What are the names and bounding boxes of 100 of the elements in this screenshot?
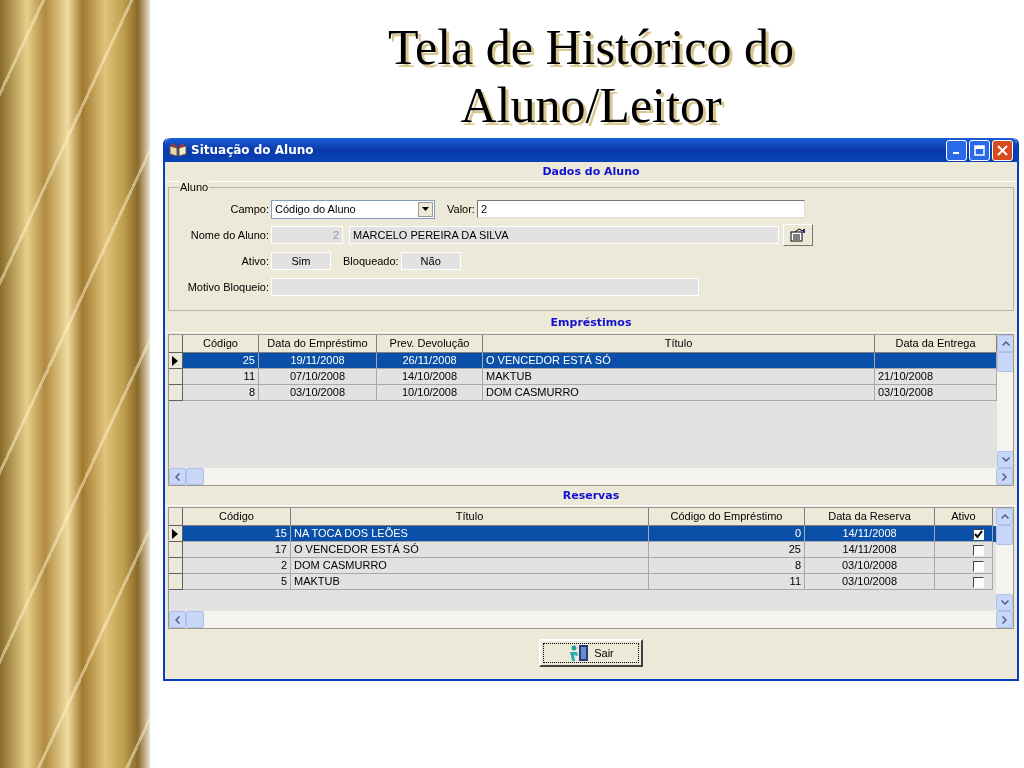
horizontal-scrollbar[interactable]: [169, 468, 1013, 485]
column-header[interactable]: Data da Reserva: [805, 508, 935, 526]
vertical-scrollbar[interactable]: [996, 508, 1013, 611]
chevron-left-icon: [175, 615, 180, 624]
field: 2: [271, 226, 343, 244]
table-row[interactable]: 25 19/11/2008 26/11/2008 O VENCEDOR ESTÁ SÓ: [169, 353, 997, 369]
group-label: Aluno: [179, 181, 210, 194]
table-cell: 2: [183, 558, 291, 574]
dropdown[interactable]: Código do Aluno: [271, 199, 435, 219]
maximize-button[interactable]: [969, 139, 990, 161]
table-cell: 03/10/2008: [805, 574, 935, 590]
column-header[interactable]: Título: [291, 508, 649, 526]
caret-icon: [422, 207, 429, 211]
table-cell: 8: [649, 558, 805, 574]
table-cell: 17: [183, 542, 291, 558]
table-cell: 14/10/2008: [377, 369, 483, 385]
scroll-thumb[interactable]: [996, 525, 1013, 545]
scroll-thumb[interactable]: [186, 468, 204, 485]
table-cell: O VENCEDOR ESTÁ SÓ: [483, 353, 875, 369]
section-header: Dados do Aluno: [166, 162, 1016, 182]
scroll-up-button[interactable]: [997, 335, 1013, 352]
row-pointer-icon: [172, 355, 178, 366]
chevron-left-icon: [175, 472, 180, 481]
column-header[interactable]: Código: [183, 508, 291, 526]
window-title: Situação do Aluno: [191, 143, 315, 157]
exit-door-icon: [568, 644, 591, 662]
table-cell: O VENCEDOR ESTÁ SÓ: [291, 542, 649, 558]
scroll-thumb[interactable]: [186, 611, 204, 628]
table-cell: 19/11/2008: [259, 353, 377, 369]
table-cell: DOM CASMURRO: [483, 385, 875, 401]
field-label: Nome do Aluno:: [189, 229, 270, 241]
field-label: Motivo Bloqueio:: [186, 281, 270, 293]
chevron-down-icon: [1000, 600, 1009, 605]
checkbox[interactable]: [973, 576, 984, 588]
field-label: Ativo:: [240, 255, 270, 267]
table-cell: 07/10/2008: [259, 369, 377, 385]
table-row[interactable]: 15 NA TOCA DOS LEÕES 0 14/11/2008: [169, 526, 996, 542]
row-indicator[interactable]: [169, 526, 183, 542]
table-cell: 10/10/2008: [377, 385, 483, 401]
table-cell: 5: [183, 574, 291, 590]
table-cell: 0: [649, 526, 805, 542]
row-pointer-icon: [172, 528, 178, 539]
table-cell: 21/10/2008: [875, 369, 997, 385]
column-header[interactable]: Ativo: [935, 508, 993, 526]
chevron-down-icon: [1001, 457, 1010, 462]
column-header[interactable]: Data do Empréstimo: [259, 335, 377, 353]
exit-button[interactable]: Sair: [539, 639, 643, 667]
input-field[interactable]: 2: [476, 200, 805, 218]
table-row[interactable]: 17 O VENCEDOR ESTÁ SÓ 25 14/11/2008: [169, 542, 996, 558]
chevron-up-icon: [1001, 341, 1010, 346]
minimize-button[interactable]: [946, 139, 967, 161]
checkmark-icon: [974, 529, 983, 539]
table-cell: 03/10/2008: [805, 558, 935, 574]
chevron-up-icon: [1000, 514, 1009, 519]
table-cell: DOM CASMURRO: [291, 558, 649, 574]
column-header[interactable]: Data da Entrega: [875, 335, 997, 353]
table-cell: 14/11/2008: [805, 526, 935, 542]
dropdown-arrow-button[interactable]: [418, 201, 433, 217]
table-cell: 26/11/2008: [377, 353, 483, 369]
field: MARCELO PEREIRA DA SILVA: [349, 226, 779, 244]
column-header[interactable]: Código do Empréstimo: [649, 508, 805, 526]
slide-title: Tela de Histórico do Aluno/Leitor: [386, 18, 796, 134]
horizontal-scrollbar[interactable]: [169, 611, 1013, 628]
vertical-scrollbar[interactable]: [997, 335, 1013, 468]
checkbox[interactable]: [973, 528, 984, 540]
checkbox[interactable]: [973, 544, 984, 556]
field: Sim: [271, 252, 331, 270]
table-cell: 03/10/2008: [259, 385, 377, 401]
dropdown-value: Código do Aluno: [274, 203, 357, 215]
table-cell: MAKTUB: [291, 574, 649, 590]
table-row[interactable]: 11 07/10/2008 14/10/2008 MAKTUB 21/10/2008: [169, 369, 997, 385]
column-header[interactable]: Prev. Devolução: [377, 335, 483, 353]
table-row[interactable]: 8 03/10/2008 10/10/2008 DOM CASMURRO 03/10/2008: [169, 385, 997, 401]
chevron-right-icon: [1002, 615, 1007, 624]
column-header[interactable]: Título: [483, 335, 875, 353]
book-icon: [169, 143, 187, 157]
column-header[interactable]: Código: [183, 335, 259, 353]
table-cell: 14/11/2008: [805, 542, 935, 558]
section-header: Reservas: [166, 486, 1016, 506]
section-header: Empréstimos: [166, 313, 1016, 333]
table-row[interactable]: 5 MAKTUB 11 03/10/2008: [169, 574, 996, 590]
lookup-button[interactable]: [783, 224, 813, 246]
close-button[interactable]: [992, 139, 1013, 161]
table-cell: 25: [649, 542, 805, 558]
table-row[interactable]: 2 DOM CASMURRO 8 03/10/2008: [169, 558, 996, 574]
form-icon: [790, 228, 806, 242]
table-cell: NA TOCA DOS LEÕES: [291, 526, 649, 542]
maximize-icon: [974, 144, 985, 156]
scroll-thumb[interactable]: [997, 352, 1013, 372]
table-cell: 11: [649, 574, 805, 590]
table-cell: 11: [183, 369, 259, 385]
chevron-right-icon: [1002, 472, 1007, 481]
table-cell: MAKTUB: [483, 369, 875, 385]
table-cell: 8: [183, 385, 259, 401]
table-cell: 25: [183, 353, 259, 369]
scroll-down-button[interactable]: [997, 451, 1013, 468]
field: Não: [400, 252, 461, 270]
row-indicator[interactable]: [169, 353, 183, 369]
checkbox[interactable]: [973, 560, 984, 572]
table-cell: 15: [183, 526, 291, 542]
